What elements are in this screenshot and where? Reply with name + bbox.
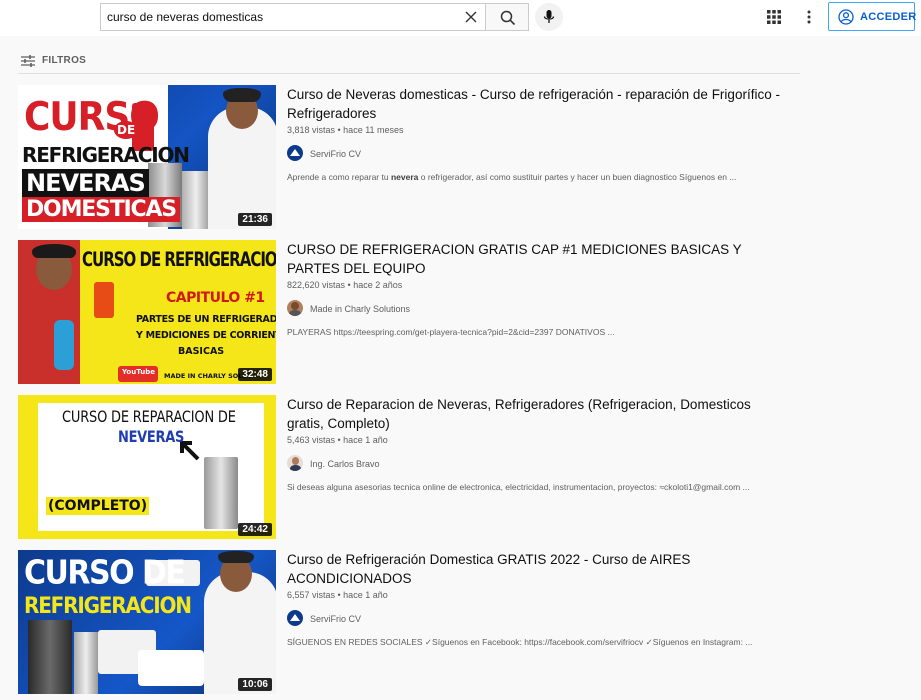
search-button[interactable]	[485, 3, 529, 31]
voice-search-button[interactable]	[535, 3, 563, 31]
thumbnail-text: YouTube	[122, 368, 155, 376]
channel-link[interactable]: Ing. Carlos Bravo	[287, 455, 787, 473]
microphone-icon	[543, 10, 555, 23]
thumbnail-text: NEVERAS	[22, 169, 149, 197]
thumbnail-text: CURSO DE REPARACION DE	[62, 409, 236, 427]
search-icon	[500, 10, 516, 26]
thumbnail-text: DE	[114, 121, 139, 139]
video-meta: 3,818 vistas • hace 11 meses	[287, 125, 404, 135]
video-info: Curso de Reparacion de Neveras, Refriger…	[287, 395, 787, 492]
video-meta: 6,557 vistas • hace 1 año	[287, 590, 388, 600]
thumbnail-text: REFRIGERACION	[24, 592, 192, 619]
channel-avatar[interactable]	[287, 300, 303, 316]
thumbnail-text: DOMESTICAS	[22, 197, 180, 222]
channel-link[interactable]: ServiFrio CV	[287, 610, 787, 628]
filter-sliders-icon	[21, 55, 35, 67]
thumbnail-text: Y MEDICIONES DE CORRIENTE	[136, 330, 276, 341]
video-duration: 32:48	[238, 368, 272, 381]
channel-link[interactable]: ServiFrio CV	[287, 145, 787, 163]
video-title[interactable]: CURSO DE REFRIGERACION GRATIS CAP #1 MED…	[287, 240, 787, 278]
search-input[interactable]	[107, 10, 447, 24]
video-duration: 10:06	[238, 678, 272, 691]
video-meta: 5,463 vistas • hace 1 año	[287, 435, 388, 445]
thumbnail-text: REFRIGERACION	[22, 143, 190, 167]
clear-icon[interactable]	[463, 9, 479, 25]
video-info: Curso de Neveras domesticas - Curso de r…	[287, 85, 787, 182]
video-result[interactable]: CURSO DE REFRIGERACION NEVERAS DOMESTICA…	[18, 85, 800, 231]
video-thumbnail[interactable]: CURSO DE REFRIGERACION 10:06	[18, 550, 276, 694]
video-duration: 24:42	[238, 523, 272, 536]
channel-name[interactable]: ServiFrio CV	[310, 149, 361, 159]
video-duration: 21:36	[238, 213, 272, 226]
filters-button[interactable]: FILTROS	[20, 52, 140, 72]
video-description: Aprende a como reparar tu nevera o refri…	[287, 172, 737, 182]
video-title[interactable]: Curso de Refrigeración Domestica GRATIS …	[287, 550, 787, 588]
video-description: SÍGUENOS EN REDES SOCIALES ✓Síguenos en …	[287, 637, 753, 647]
apps-grid-icon[interactable]	[767, 10, 781, 24]
filters-label: FILTROS	[42, 55, 87, 66]
more-vert-icon[interactable]	[802, 9, 816, 25]
video-thumbnail[interactable]: CURSO DE REPARACION DE NEVERAS (COMPLETO…	[18, 395, 276, 539]
thumbnail-text: (COMPLETO)	[46, 497, 150, 515]
login-button[interactable]: ACCEDER	[828, 2, 917, 31]
video-result[interactable]: CURSO DE REPARACION DE NEVERAS (COMPLETO…	[18, 395, 800, 541]
channel-avatar[interactable]	[287, 455, 303, 471]
video-result[interactable]: CURSO DE REFRIGERACION 10:06 Curso de Re…	[18, 550, 800, 696]
video-thumbnail[interactable]: CURSO DE REFRIGERACION NEVERAS DOMESTICA…	[18, 85, 276, 229]
thumbnail-text: BASICAS	[178, 346, 225, 357]
login-label: ACCEDER	[860, 11, 917, 23]
thumbnail-text: CAPITULO #1	[166, 290, 265, 306]
thumbnail-text: CURSO	[24, 94, 160, 141]
top-bar: ACCEDER	[0, 0, 921, 36]
thumbnail-text: CURSO DE	[24, 554, 186, 593]
thumbnail-text: CURSO DE REFRIGERACION GRATIS	[82, 248, 276, 272]
video-title[interactable]: Curso de Neveras domesticas - Curso de r…	[287, 85, 787, 123]
channel-avatar[interactable]	[287, 145, 303, 161]
channel-name[interactable]: Made in Charly Solutions	[310, 304, 410, 314]
video-meta: 822,620 vistas • hace 2 años	[287, 280, 403, 290]
video-thumbnail[interactable]: CURSO DE REFRIGERACION GRATIS CAPITULO #…	[18, 240, 276, 384]
video-description: PLAYERAS https://teespring.com/get-playe…	[287, 327, 615, 337]
account-circle-icon	[838, 9, 854, 25]
video-info: CURSO DE REFRIGERACION GRATIS CAP #1 MED…	[287, 240, 787, 337]
video-title[interactable]: Curso de Reparacion de Neveras, Refriger…	[287, 395, 787, 433]
channel-name[interactable]: ServiFrio CV	[310, 614, 361, 624]
divider	[18, 73, 800, 74]
search-box[interactable]	[100, 3, 486, 31]
thumbnail-text: NEVERAS	[118, 429, 185, 447]
video-info: Curso de Refrigeración Domestica GRATIS …	[287, 550, 787, 648]
thumbnail-text: PARTES DE UN REFRIGERADOR	[136, 314, 276, 325]
channel-link[interactable]: Made in Charly Solutions	[287, 300, 787, 318]
video-result[interactable]: CURSO DE REFRIGERACION GRATIS CAPITULO #…	[18, 240, 800, 386]
channel-avatar[interactable]	[287, 610, 303, 626]
channel-name[interactable]: Ing. Carlos Bravo	[310, 459, 380, 469]
video-description: Si deseas alguna asesorias tecnica onlin…	[287, 482, 750, 492]
